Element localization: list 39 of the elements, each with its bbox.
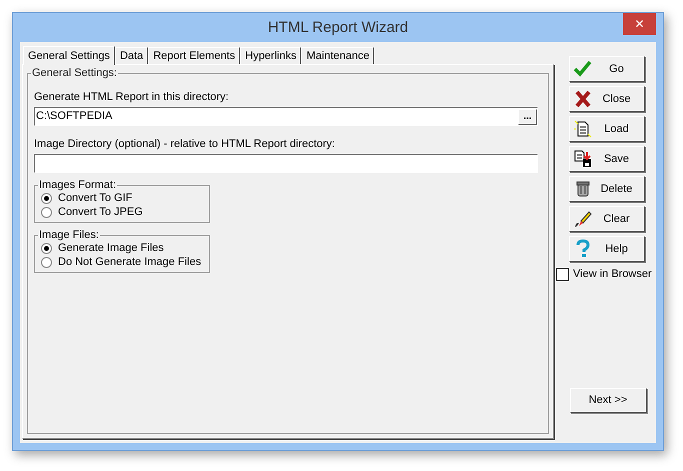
tab[interactable]: Hyperlinks [240,47,302,64]
directory-value: C:\SOFTPEDIA [35,109,112,124]
group-title: Images Format: [38,179,118,192]
radio-label: Convert To JPEG [58,204,143,220]
check-icon [572,59,592,79]
group-title: Image Files: [38,229,100,242]
radio-button[interactable] [41,192,52,204]
directory-field[interactable]: C:\SOFTPEDIA ... [34,107,538,126]
radio-label: Generate Image Files [58,240,164,256]
field-label: Image Directory (optional) - relative to HTML Report directory: [34,138,336,151]
brush-icon [572,209,592,229]
radio-button[interactable] [41,256,52,268]
checkbox[interactable] [556,268,569,281]
next-button[interactable]: Next >> [570,388,646,413]
tab[interactable]: General Settings [23,46,115,65]
document-icon [572,119,592,139]
image-directory-field[interactable] [34,154,538,173]
tab[interactable]: Data [114,47,148,64]
radio-button[interactable] [41,242,52,254]
radio-button[interactable] [41,206,52,218]
field-label: Generate HTML Report in this directory: [34,91,230,104]
toolbar-button[interactable]: Load [568,116,644,142]
cross-icon [572,89,592,109]
tab[interactable]: Maintenance [301,47,374,64]
close-button[interactable]: ✕ [623,13,656,35]
toolbar-button[interactable]: Delete [568,176,644,202]
browse-button[interactable]: ... [518,108,537,124]
toolbar-button[interactable]: Clear [568,206,644,232]
radio-label: Convert To GIF [58,190,132,206]
checkbox-label: View in Browser [573,267,652,282]
radio-label: Do Not Generate Image Files [58,254,202,270]
toolbar-button[interactable]: Save [568,146,644,172]
tab[interactable]: Report Elements [148,47,240,64]
toolbar-button[interactable]: Close [568,86,644,112]
floppy-icon [572,149,592,169]
group-title: General Settings: [31,67,118,80]
window-title: HTML Report Wizard [268,18,408,38]
toolbar-button[interactable]: Go [568,56,644,82]
toolbar-button[interactable]: Help [568,236,644,262]
